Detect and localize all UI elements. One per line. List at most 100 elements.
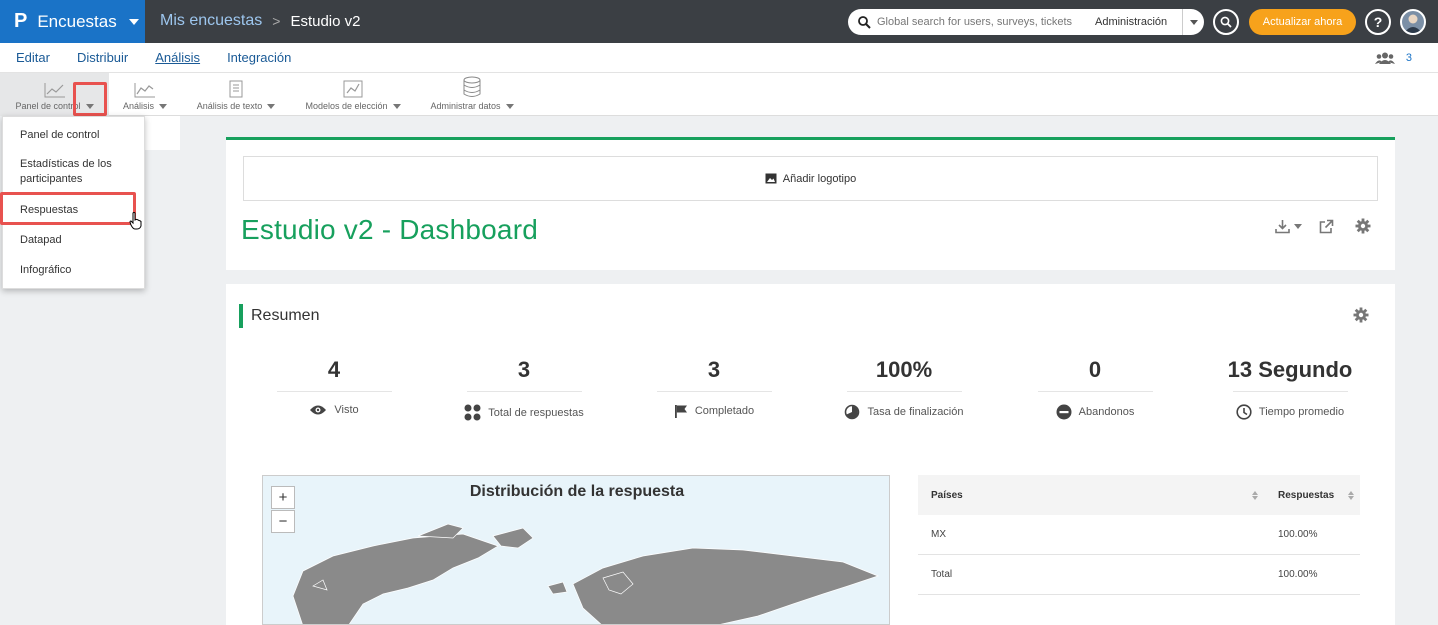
- toolbar-choice-models[interactable]: Modelos de elección: [300, 73, 406, 116]
- stat-value: 100%: [875, 357, 933, 382]
- bar-chart-icon: [343, 80, 363, 98]
- top-bar: P Encuestas Mis encuestas > Estudio v2 A…: [0, 0, 1438, 43]
- page-title: Estudio v2 - Dashboard: [241, 214, 539, 245]
- chevron-down-icon: [159, 103, 167, 109]
- analysis-toolbar: Panel de control Análisis Análisis de te…: [0, 73, 1438, 116]
- global-search: Administración: [848, 9, 1204, 35]
- chevron-down-icon: [505, 103, 514, 109]
- tab-editar[interactable]: Editar: [16, 50, 50, 65]
- main-nav: Editar Distribuir Análisis Integración 3: [0, 43, 1438, 73]
- breadcrumb: Mis encuestas > Estudio v2: [160, 12, 361, 30]
- toolbar-analysis[interactable]: Análisis: [115, 73, 175, 116]
- flag-icon: [674, 405, 687, 418]
- column-header-responses[interactable]: Respuestas: [1266, 490, 1360, 501]
- highlight-dashboard-caret: [73, 82, 107, 116]
- country-table: Países Respuestas MX 100.00% Total 100.0…: [918, 475, 1360, 595]
- help-button[interactable]: ?: [1365, 9, 1391, 35]
- chevron-down-icon: [267, 103, 276, 109]
- column-header-countries[interactable]: Países: [918, 490, 1266, 501]
- add-logo-label: Añadir logotipo: [782, 172, 857, 185]
- pie-icon: [845, 404, 860, 420]
- table-row: Total 100.00%: [918, 555, 1360, 595]
- menu-item-participant-stats[interactable]: Estadísticas de los participantes: [20, 157, 135, 187]
- map-title: Distribución de la respuesta: [469, 483, 685, 500]
- chevron-down-icon: [1189, 19, 1198, 25]
- toolbar-manage-data[interactable]: Administrar datos: [424, 73, 520, 116]
- stat-label: Abandonos: [1078, 406, 1135, 418]
- stat-label: Tasa de finalización: [867, 406, 964, 418]
- stat-label: Tiempo promedio: [1258, 406, 1345, 418]
- share-icon[interactable]: [1319, 219, 1334, 234]
- toolbar-manage-data-label: Administrar datos: [430, 101, 501, 111]
- dashboard-header-card: Añadir logotipo Estudio v2 - Dashboard: [226, 137, 1395, 270]
- stat-completado: 3 Completado: [624, 357, 804, 418]
- product-name: Encuestas: [37, 11, 117, 31]
- zoom-in-button[interactable]: +: [271, 486, 295, 509]
- toolbar-text-analysis[interactable]: Análisis de texto: [190, 73, 282, 116]
- stat-value: 3: [517, 357, 531, 382]
- table-header: Países Respuestas: [918, 475, 1360, 515]
- highlight-respuestas: [0, 192, 136, 225]
- dots-grid-icon: [464, 404, 481, 421]
- hand-cursor-icon: [129, 212, 142, 230]
- menu-item-panel-de-control[interactable]: Panel de control: [20, 128, 100, 143]
- stat-total-respuestas: 3 Total de respuestas: [434, 357, 614, 421]
- menu-item-infografico[interactable]: Infográfico: [20, 263, 71, 278]
- avatar[interactable]: [1400, 9, 1426, 35]
- tab-analisis[interactable]: Análisis: [155, 50, 200, 65]
- clock-icon: [1236, 404, 1252, 420]
- stat-value: 13 Segundo: [1227, 357, 1353, 382]
- summary-card: Resumen 4 Visto 3 Total de respuestas 3 …: [226, 284, 1395, 625]
- tab-integracion[interactable]: Integración: [227, 50, 291, 65]
- breadcrumb-current: Estudio v2: [290, 12, 361, 30]
- user-avatar-icon: [1404, 14, 1422, 33]
- sort-icon: [1348, 490, 1354, 500]
- breadcrumb-my-surveys[interactable]: Mis encuestas: [160, 12, 262, 30]
- document-icon: [229, 80, 243, 98]
- search-button[interactable]: [1213, 9, 1239, 35]
- stat-visto: 4 Visto: [244, 357, 424, 416]
- database-icon: [463, 76, 481, 97]
- search-input[interactable]: [877, 16, 1087, 28]
- tab-distribuir[interactable]: Distribuir: [77, 50, 128, 65]
- stat-value: 0: [1088, 357, 1102, 382]
- gear-icon[interactable]: [1355, 218, 1371, 234]
- stat-label: Visto: [334, 404, 359, 416]
- users-icon: [1374, 52, 1395, 64]
- chevron-down-icon: [392, 103, 401, 109]
- upgrade-button[interactable]: Actualizar ahora: [1249, 9, 1356, 35]
- chevron-down-icon: [128, 18, 139, 25]
- collaborators-count: 3: [1405, 52, 1412, 64]
- download-icon: [1275, 219, 1290, 233]
- toolbar-text-analysis-label: Análisis de texto: [196, 101, 263, 111]
- summary-title: Resumen: [251, 307, 320, 324]
- sort-icon: [1252, 490, 1258, 500]
- stat-abandonos: 0 Abandonos: [1005, 357, 1185, 420]
- line-chart-icon: [44, 83, 65, 98]
- menu-item-datapad[interactable]: Datapad: [20, 233, 62, 248]
- zoom-out-button[interactable]: −: [271, 510, 295, 533]
- cell-responses: 100.00%: [1278, 529, 1318, 540]
- section-accent-bar: [239, 304, 243, 328]
- image-icon: [765, 173, 777, 184]
- search-icon: [1220, 16, 1232, 28]
- toolbar-dashboard-label: Panel de control: [15, 101, 81, 111]
- left-panel: [145, 116, 180, 150]
- cell-country: Total: [931, 569, 953, 580]
- stat-label: Total de respuestas: [488, 406, 584, 419]
- collaborators-button[interactable]: 3: [1374, 52, 1412, 64]
- search-scope[interactable]: Administración: [1095, 16, 1167, 28]
- toolbar-choice-models-label: Modelos de elección: [305, 101, 388, 111]
- dashboard-actions: [1275, 218, 1371, 234]
- minus-circle-icon: [1056, 404, 1072, 420]
- download-button[interactable]: [1275, 219, 1302, 234]
- add-logo-button[interactable]: Añadir logotipo: [243, 156, 1378, 201]
- search-scope-dropdown[interactable]: [1182, 9, 1204, 35]
- response-distribution-map[interactable]: Distribución de la respuesta + −: [262, 475, 890, 625]
- toolbar-analysis-label: Análisis: [122, 101, 154, 111]
- table-row: MX 100.00%: [918, 515, 1360, 555]
- gear-icon[interactable]: [1353, 307, 1369, 323]
- stat-tiempo-promedio: 13 Segundo Tiempo promedio: [1200, 357, 1380, 420]
- product-switcher[interactable]: P Encuestas: [0, 0, 145, 43]
- breadcrumb-separator: >: [272, 13, 281, 29]
